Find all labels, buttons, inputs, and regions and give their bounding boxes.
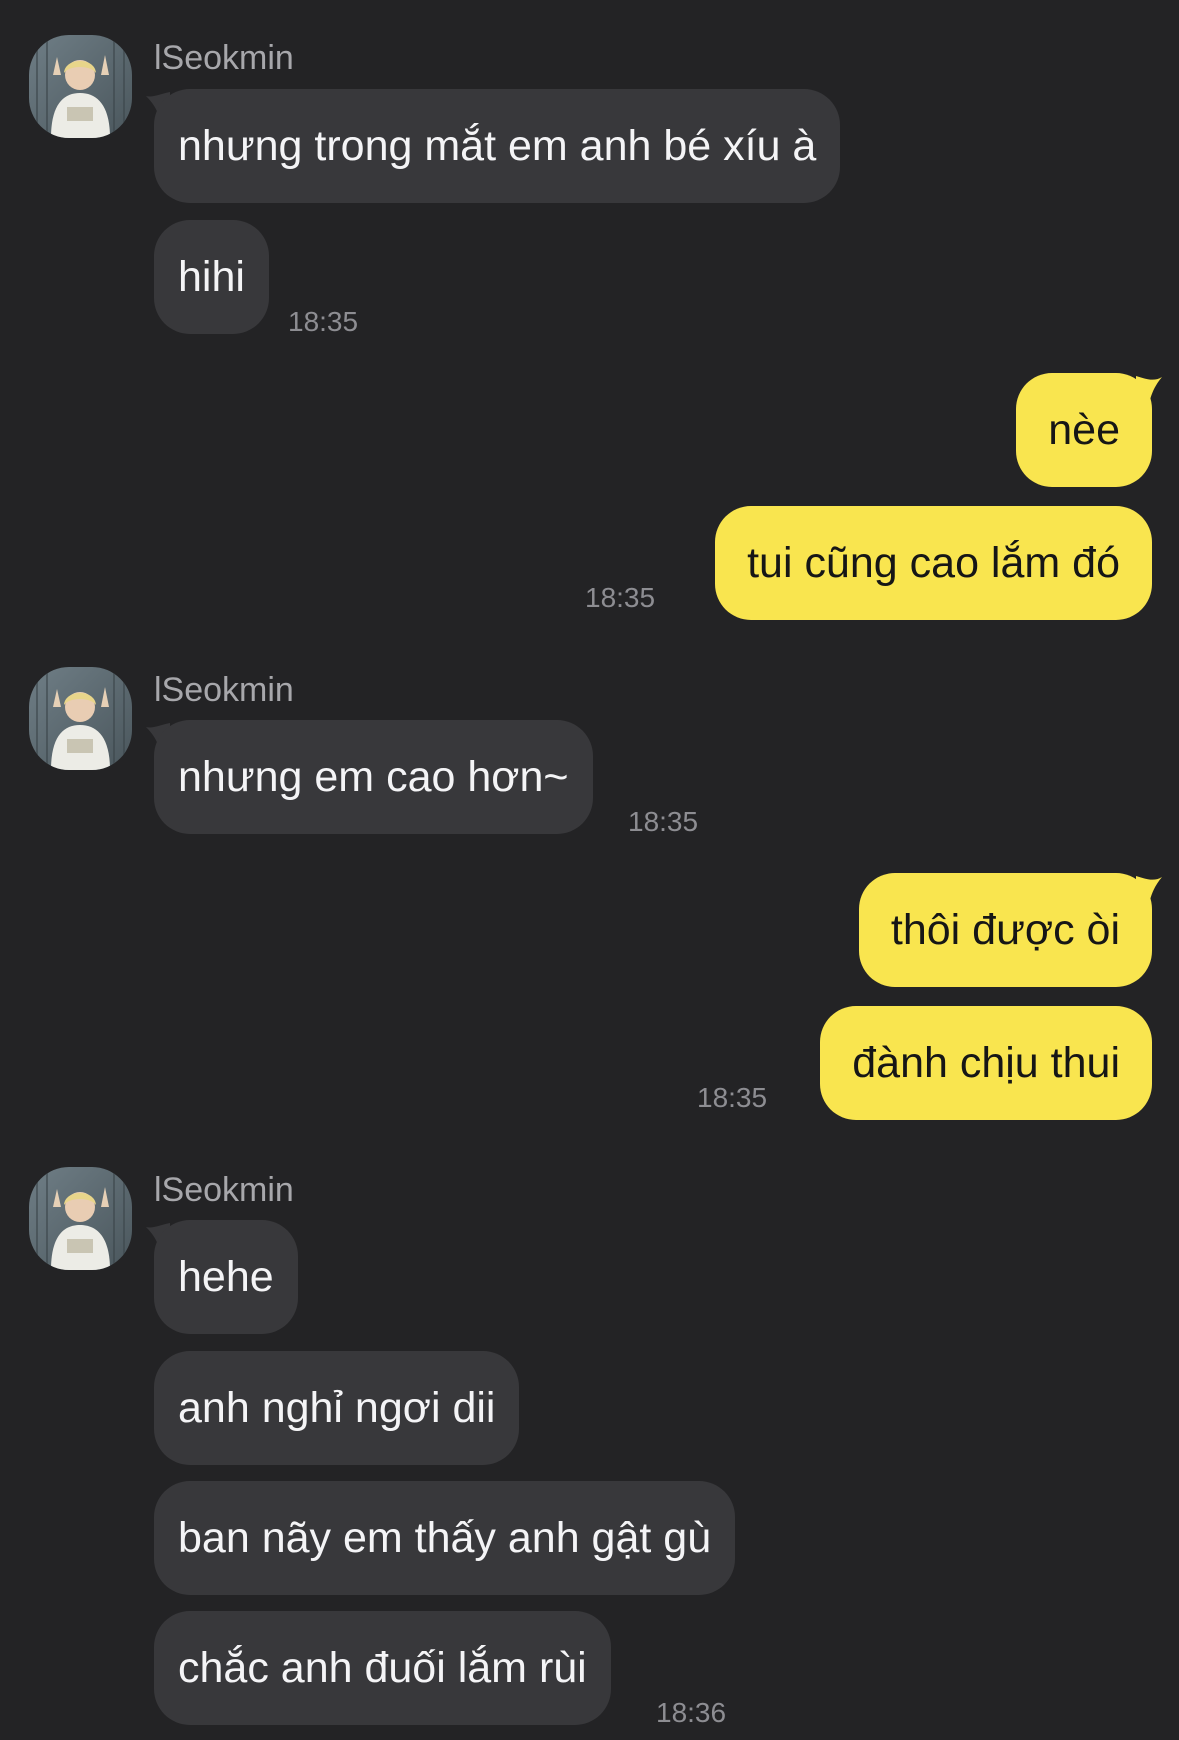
sender-name: lSeokmin (154, 1171, 294, 1209)
contact-avatar[interactable] (29, 1167, 132, 1270)
message-bubble-outgoing[interactable]: tui cũng cao lắm đó (715, 506, 1152, 620)
message-timestamp: 18:35 (697, 1082, 768, 1113)
message-bubble-incoming[interactable]: nhưng trong mắt em anh bé xíu à (154, 89, 841, 203)
message-bubble-incoming[interactable]: hihi (154, 220, 269, 334)
sender-name: lSeokmin (154, 39, 294, 77)
sender-name: lSeokmin (154, 671, 294, 709)
contact-avatar[interactable] (29, 35, 132, 138)
message-bubble-incoming[interactable]: hehe (154, 1220, 298, 1334)
message-bubble-incoming[interactable]: anh nghỉ ngơi dii (154, 1351, 520, 1465)
message-timestamp: 18:35 (628, 806, 699, 837)
avatar-photo-icon (29, 667, 132, 770)
message-timestamp: 18:35 (585, 582, 656, 613)
message-timestamp: 18:35 (288, 306, 359, 337)
message-bubble-incoming[interactable]: chắc anh đuối lắm rùi (154, 1611, 611, 1725)
contact-avatar[interactable] (29, 667, 132, 770)
message-timestamp: 18:36 (656, 1697, 727, 1728)
message-bubble-incoming[interactable]: ban nãy em thấy anh gật gù (154, 1481, 736, 1595)
message-bubble-outgoing[interactable]: thôi được òi (858, 873, 1152, 987)
message-bubble-outgoing[interactable]: đành chịu thui (820, 1006, 1152, 1120)
avatar-photo-icon (29, 35, 132, 138)
message-bubble-outgoing[interactable]: nèe (1016, 373, 1152, 487)
message-bubble-incoming[interactable]: nhưng em cao hơn~ (154, 720, 593, 834)
avatar-photo-icon (29, 1167, 132, 1270)
